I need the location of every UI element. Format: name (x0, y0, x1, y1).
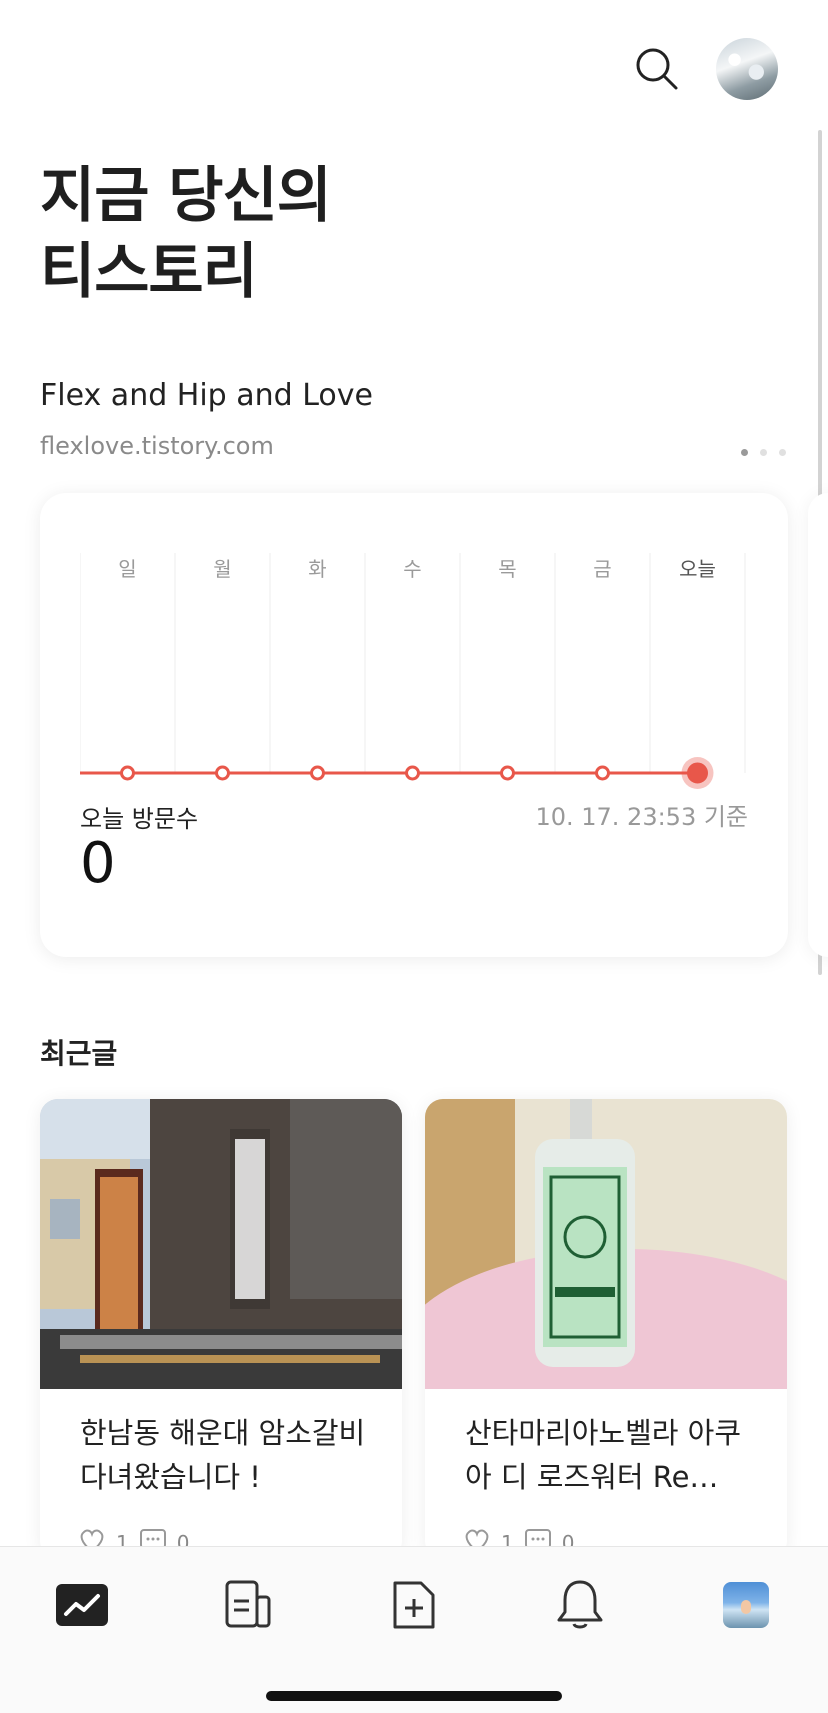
home-stats-icon[interactable] (54, 1577, 110, 1633)
chart-point[interactable] (405, 765, 420, 781)
bottom-nav (0, 1546, 828, 1713)
profile-avatar[interactable] (716, 38, 778, 100)
post-card[interactable]: 산타마리아노벨라 아쿠아 디 로즈워터 Re… 1 0 (425, 1099, 787, 1559)
page-dot (741, 449, 748, 456)
next-stats-card[interactable] (808, 493, 828, 957)
chart-point[interactable] (120, 765, 135, 781)
blog-url[interactable]: flexlove.tistory.com (40, 432, 274, 460)
page-dot (760, 449, 767, 456)
visits-chart: 일 월 화 수 목 금 오늘 (80, 553, 750, 791)
post-card[interactable]: 한남동 해운대 암소갈비 다녀왔습니다 ! 1 0 (40, 1099, 402, 1559)
chart-day-label: 수 (403, 557, 422, 581)
chart-day-label: 금 (593, 557, 612, 581)
search-icon[interactable] (634, 46, 680, 92)
chart-point[interactable] (500, 765, 515, 781)
blog-name[interactable]: Flex and Hip and Love (40, 378, 373, 413)
page-headline: 지금 당신의 티스토리 (40, 161, 332, 307)
chart-point[interactable] (310, 765, 325, 781)
new-post-icon[interactable] (386, 1577, 442, 1633)
chart-point[interactable] (215, 765, 230, 781)
page-dot (779, 449, 786, 456)
top-bar (0, 0, 828, 130)
page-indicator (741, 449, 786, 456)
today-visits-label: 오늘 방문수 (80, 805, 199, 833)
stats-card[interactable]: 일 월 화 수 목 금 오늘 오늘 방문수 0 10. 17. 23:53 기준 (40, 493, 788, 957)
post-title[interactable]: 산타마리아노벨라 아쿠아 디 로즈워터 Re… (465, 1411, 755, 1499)
chart-day-label: 화 (308, 557, 327, 581)
profile-avatar[interactable] (718, 1577, 774, 1633)
posts-icon[interactable] (220, 1577, 276, 1633)
post-thumbnail-restaurant (40, 1099, 402, 1389)
post-title[interactable]: 한남동 해운대 암소갈비 다녀왔습니다 ! (80, 1411, 370, 1499)
chart-day-label: 오늘 (679, 557, 716, 581)
chart-day-label: 목 (498, 557, 517, 581)
today-visits-count: 0 (80, 831, 116, 896)
chart-point[interactable] (687, 762, 708, 784)
home-indicator (266, 1691, 562, 1701)
post-thumbnail-rosewater (425, 1099, 787, 1389)
nav-profile-image (723, 1582, 769, 1628)
recent-posts-title: 최근글 (40, 1037, 118, 1070)
chart-day-label: 월 (213, 557, 232, 581)
visits-chart-plot (80, 553, 746, 789)
updated-timestamp: 10. 17. 23:53 기준 (535, 803, 748, 831)
chart-point[interactable] (595, 765, 610, 781)
chart-day-label: 일 (118, 557, 137, 581)
notification-bell-icon[interactable] (552, 1577, 608, 1633)
